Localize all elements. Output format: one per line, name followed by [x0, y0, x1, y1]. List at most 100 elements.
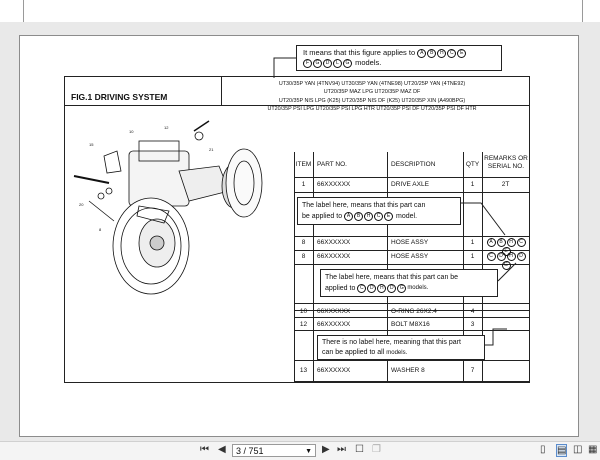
table-row-4-qty: 4 — [470, 308, 475, 315]
continuous-view-icon[interactable]: ▤ — [556, 444, 568, 457]
header-qty: QTY — [465, 161, 480, 168]
previous-page-icon[interactable]: ◀ — [218, 444, 226, 455]
model-circle-c: C — [357, 283, 367, 293]
col-line-1 — [313, 152, 314, 382]
model-circle-h: H — [377, 283, 387, 293]
svg-text:12: 12 — [164, 125, 169, 130]
model-circle-b: B — [427, 48, 437, 58]
row-line-5 — [294, 303, 529, 304]
label-callout-2-line-2: applied to C D H D Gmodels. — [325, 283, 493, 294]
single-page-view-icon[interactable]: ▯ — [540, 444, 546, 455]
model-circle-c: C — [374, 211, 384, 221]
svg-text:10: 10 — [129, 129, 134, 134]
table-row-4-item: 10 — [299, 308, 308, 315]
label-callout-1-line-1: The label here, means that this part can — [302, 202, 426, 209]
table-row-3-desc: HOSE ASSY — [391, 253, 429, 260]
header-part-no: PART NO. — [317, 161, 347, 168]
table-row-6-part: 66XXXXXX — [317, 367, 351, 374]
svg-text:20: 20 — [79, 202, 84, 207]
fit-page-icon[interactable]: ☐ — [355, 444, 364, 455]
model-circle-b: B — [496, 238, 506, 247]
label-callout-1-line-2: be applied to ABHCE model. — [302, 211, 456, 222]
table-row-2-desc: HOSE ASSY — [391, 239, 429, 246]
label-callout-1-suffix: model. — [396, 213, 418, 220]
copy-icon[interactable]: ❐ — [372, 444, 381, 455]
models-line-3: UT20/35P NIS LPG (K25) UT20/35P NIS DF (… — [278, 97, 466, 104]
table-row-3-qty: 1 — [470, 253, 475, 260]
row-line-7 — [294, 317, 529, 318]
model-circle-h: H — [437, 48, 447, 58]
model-circle-d: D — [516, 252, 526, 261]
label-callout-2-leader — [498, 262, 517, 282]
table-row-5-qty: 3 — [470, 321, 475, 328]
label-callout-3-text: can be applied to all — [322, 349, 385, 356]
model-circle-c: C — [486, 252, 496, 261]
model-circle-c: C — [516, 238, 526, 247]
two-page-continuous-icon[interactable]: ▦ — [588, 444, 597, 455]
page-number-input[interactable]: 3 / 751 ▼ — [232, 444, 316, 457]
model-circle-h: H — [364, 211, 374, 221]
table-row-1-item: 1 — [301, 181, 306, 188]
svg-text:8: 8 — [99, 227, 102, 232]
table-row-2-part: 66XXXXXX — [317, 239, 351, 246]
label-callout-2-circles: CDHDG — [357, 283, 407, 293]
label-callout-2-line-1: The label here, means that this part can… — [325, 274, 459, 281]
figure-title: FIG.1 DRIVING SYSTEM — [71, 92, 168, 102]
model-circle-f: F — [303, 58, 312, 68]
row-line-9 — [294, 360, 529, 361]
models-line-2: UT20/35P MAZ LPG UT20/35P MAZ DF — [323, 89, 421, 96]
vertical-scrollbar[interactable] — [585, 35, 589, 435]
label-callout-1-leader — [461, 202, 506, 236]
next-page-icon[interactable]: ▶ — [322, 444, 330, 455]
label-callout-2-text: applied to — [325, 285, 356, 292]
first-page-icon[interactable]: ⏮ — [200, 444, 209, 455]
table-row-1-remarks: 2T — [501, 181, 510, 188]
model-circle-a: A — [344, 211, 354, 221]
table-row-6-desc: WASHER 8 — [391, 367, 425, 374]
callout-circles-2: FGDLG — [303, 58, 353, 68]
row-line-10 — [294, 381, 529, 382]
model-circle-l: L — [333, 58, 342, 68]
page-number-value: 3 / 751 — [236, 446, 264, 456]
model-circle-c: C — [447, 48, 457, 58]
models-list: UT30/35P YAN (4TNV94) UT30/35P YAN (4TNE… — [215, 80, 529, 113]
model-circle-d: D — [367, 283, 377, 293]
two-page-view-icon[interactable]: ◫ — [573, 444, 582, 455]
table-row-5-desc: BOLT M8X16 — [391, 321, 430, 328]
row-line-1 — [294, 192, 529, 193]
label-callout-1-circles: ABHCE — [344, 211, 394, 221]
header-rule — [65, 105, 529, 106]
header-remarks: REMARKS OR SERIAL NO. — [484, 155, 528, 170]
model-circle-d: D — [323, 58, 332, 68]
model-circle-g: G — [397, 283, 407, 293]
header-item: ITEM — [295, 161, 312, 168]
previous-page-edge — [23, 0, 583, 22]
models-line-1: UT30/35P YAN (4TNV94) UT30/35P YAN (4TNE… — [278, 81, 466, 87]
callout-text-1: It means that this figure applies to — [303, 48, 416, 57]
chevron-down-icon[interactable]: ▼ — [305, 445, 312, 458]
figure-applies-callout: It means that this figure applies to ABH… — [296, 45, 502, 71]
model-circle-a: A — [486, 238, 496, 247]
last-page-icon[interactable]: ⏭ — [337, 444, 346, 455]
label-callout-1: The label here, means that this part can… — [297, 197, 461, 225]
label-callout-3-suffix: models. — [386, 350, 408, 356]
table-row-1-part: 66XXXXXX — [317, 181, 351, 188]
table-row-6-qty: 7 — [470, 367, 475, 374]
viewer-bottom-toolbar: ⏮ ◀ 3 / 751 ▼ ▶ ⏭ ☐ ❐ ▯ ▤ ◫ ▦ — [0, 441, 600, 460]
figure-frame: FIG.1 DRIVING SYSTEM UT30/35P YAN (4TNV9… — [64, 76, 530, 383]
table-row-1-desc: DRIVE AXLE — [391, 181, 429, 188]
label-callout-3: There is no label here, meaning that thi… — [317, 335, 485, 360]
label-callout-2-suffix: models. — [407, 285, 429, 291]
label-callout-3-line-1: There is no label here, meaning that thi… — [322, 339, 461, 346]
model-circle-g: G — [313, 58, 322, 68]
label-callout-1-text: be applied to — [302, 213, 343, 220]
table-row-2-item: 8 — [301, 239, 306, 246]
model-circle-d: D — [496, 252, 506, 261]
model-circle-a: A — [417, 48, 427, 58]
document-page: It means that this figure applies to ABH… — [19, 35, 579, 437]
table-row-6-item: 13 — [299, 367, 308, 374]
viewer-top-bar — [0, 0, 600, 22]
table-row-2-qty: 1 — [470, 239, 475, 246]
row-line-h — [294, 177, 529, 178]
table-row-1-qty: 1 — [470, 181, 475, 188]
